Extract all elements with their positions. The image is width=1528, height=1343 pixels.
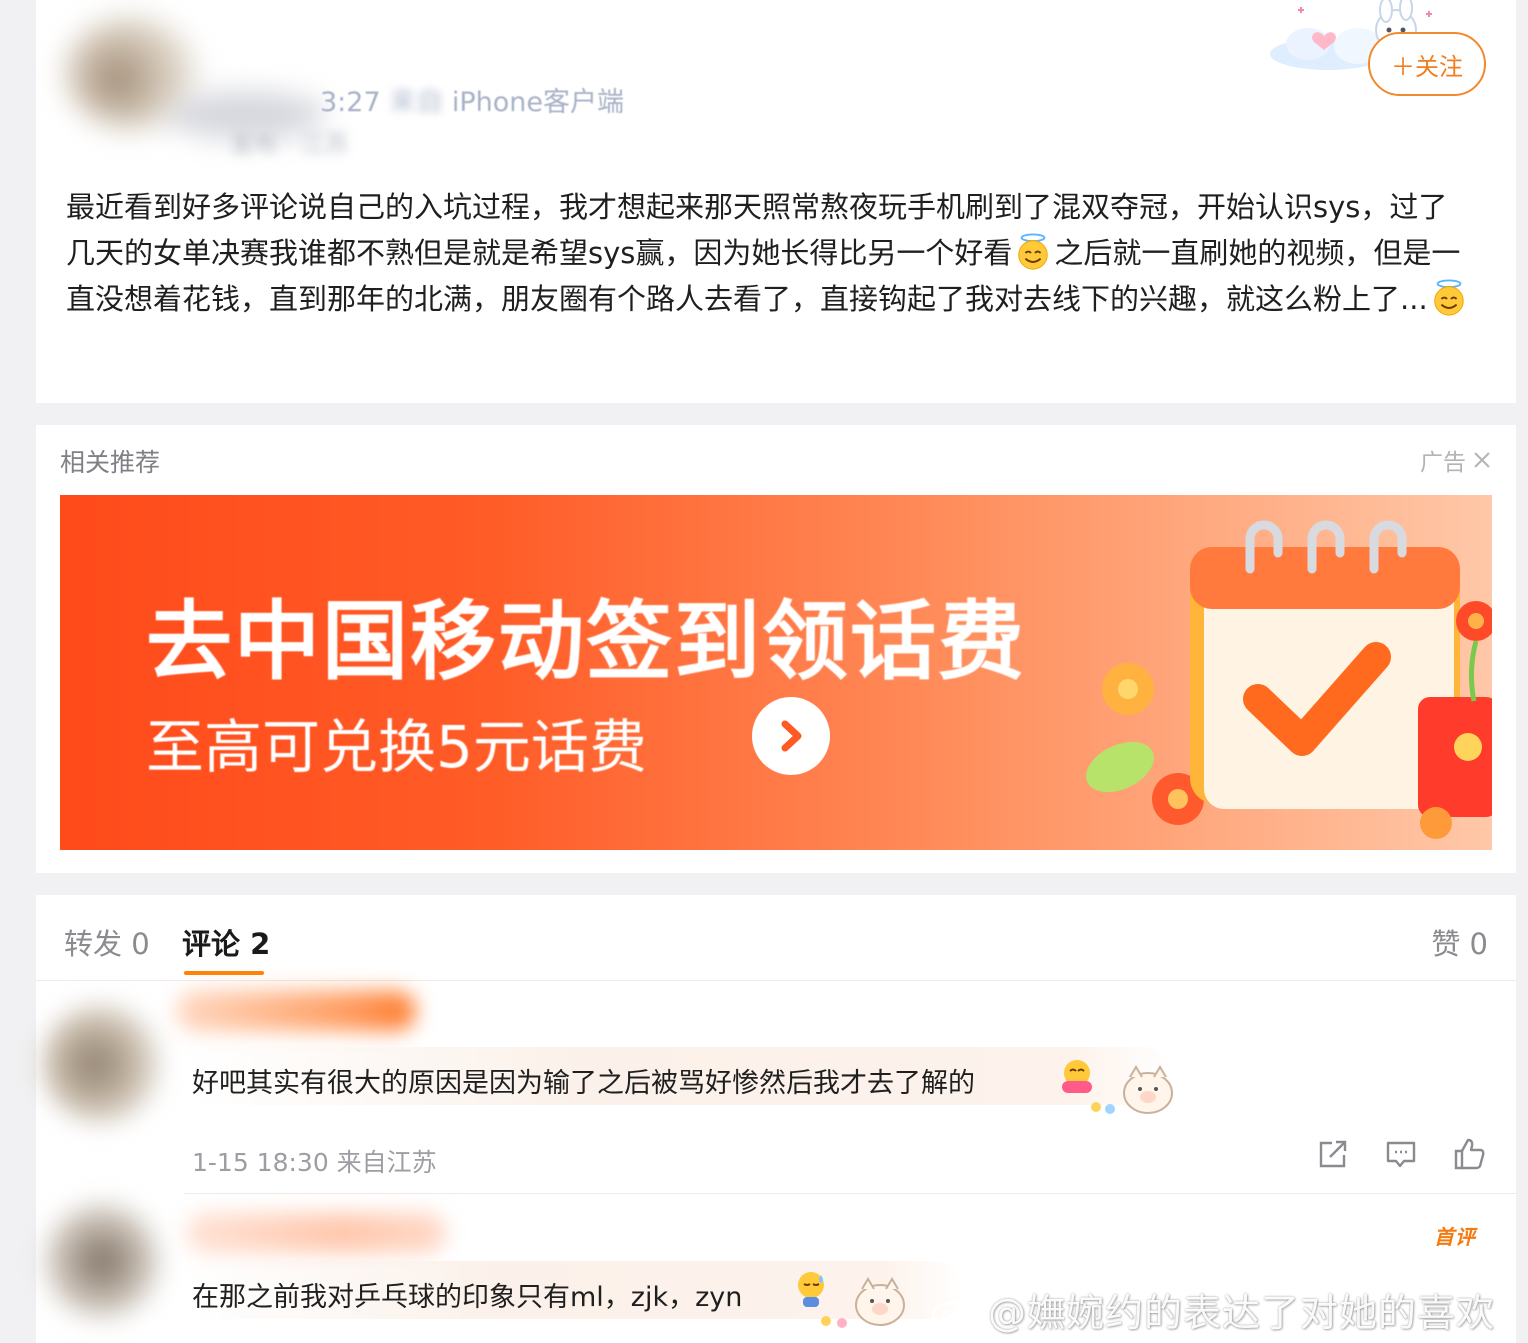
related-title: 相关推荐 <box>60 448 161 477</box>
ad-title: 去中国移动签到领话费 <box>146 592 1026 692</box>
tab-like[interactable]: 赞 0 <box>1431 921 1488 963</box>
related-recommendation-card: 相关推荐 广告 去中国移动签到领话费 至高可兑换5元话费 <box>36 425 1516 873</box>
halo-smile-emoji-icon <box>1433 279 1464 316</box>
comments-card: 转发 0 评论 2 赞 0 好吧其实有很大的原因是因为输了之后被骂好惨然后我才去… <box>36 895 1516 1343</box>
comment-text: 好吧其实有很大的原因是因为输了之后被骂好惨然后我才去了解的 <box>192 1068 975 1099</box>
comment-avatar[interactable] <box>42 1005 160 1123</box>
calendar-check-icon <box>1086 520 1492 839</box>
interaction-tabs: 转发 0 评论 2 赞 0 <box>36 895 1516 981</box>
comment-text: 在那之前我对乒乓球的印象只有ml，zjk，zyn <box>192 1282 743 1313</box>
thumbs-up-icon[interactable] <box>1452 1137 1486 1171</box>
post-meta: 3:27 来自 iPhone客户端 <box>320 80 624 119</box>
weibo-watermark: @嫵婉约的表达了对她的喜欢 <box>930 1282 1495 1337</box>
tab-comment[interactable]: 评论 2 <box>182 921 270 975</box>
ad-arrow-button[interactable] <box>752 697 830 775</box>
share-icon[interactable] <box>1316 1137 1350 1171</box>
piggy-sticker-icon <box>821 1277 905 1328</box>
reply-comment-icon[interactable] <box>1384 1137 1418 1171</box>
ad-subtitle: 至高可兑换5元话费 <box>146 713 647 781</box>
follow-button[interactable]: ＋关注 <box>1368 32 1486 96</box>
weibo-logo-icon <box>931 1294 976 1328</box>
comment-meta: 1-15 18:30 来自江苏 <box>192 1148 437 1177</box>
divider <box>184 1193 1516 1194</box>
comment-author-name-redacted <box>186 1213 446 1253</box>
close-icon[interactable] <box>1472 450 1492 470</box>
post-card: 3:27 来自 iPhone客户端 发布 · 江苏 ＋关注 最近看到好多评论说自… <box>36 0 1516 403</box>
ad-banner[interactable]: 去中国移动签到领话费 至高可兑换5元话费 <box>60 495 1492 850</box>
post-source-prefix-redacted: 来自 <box>389 87 452 118</box>
tab-repost[interactable]: 转发 0 <box>64 921 150 963</box>
halo-smile-emoji-icon <box>1018 233 1049 270</box>
piggy-sticker-icon <box>1091 1065 1173 1114</box>
post-body: 最近看到好多评论说自己的入坑过程，我才想起来那天照常熬夜玩手机刷到了混双夺冠，开… <box>66 184 1476 322</box>
ad-label-group: 广告 <box>1420 443 1492 477</box>
comment-avatar[interactable] <box>44 1203 160 1319</box>
watermark-text: @嫵婉约的表达了对她的喜欢 <box>988 1291 1496 1335</box>
first-comment-badge: 首评 <box>1434 1225 1476 1249</box>
chevron-right-icon <box>781 720 802 752</box>
post-time: 3:27 <box>320 87 381 118</box>
ad-label: 广告 <box>1420 450 1466 476</box>
post-source: iPhone客户端 <box>451 87 624 118</box>
post-sub-meta-redacted: 发布 · 江苏 <box>230 130 349 158</box>
comment-author-name-redacted <box>176 991 416 1031</box>
